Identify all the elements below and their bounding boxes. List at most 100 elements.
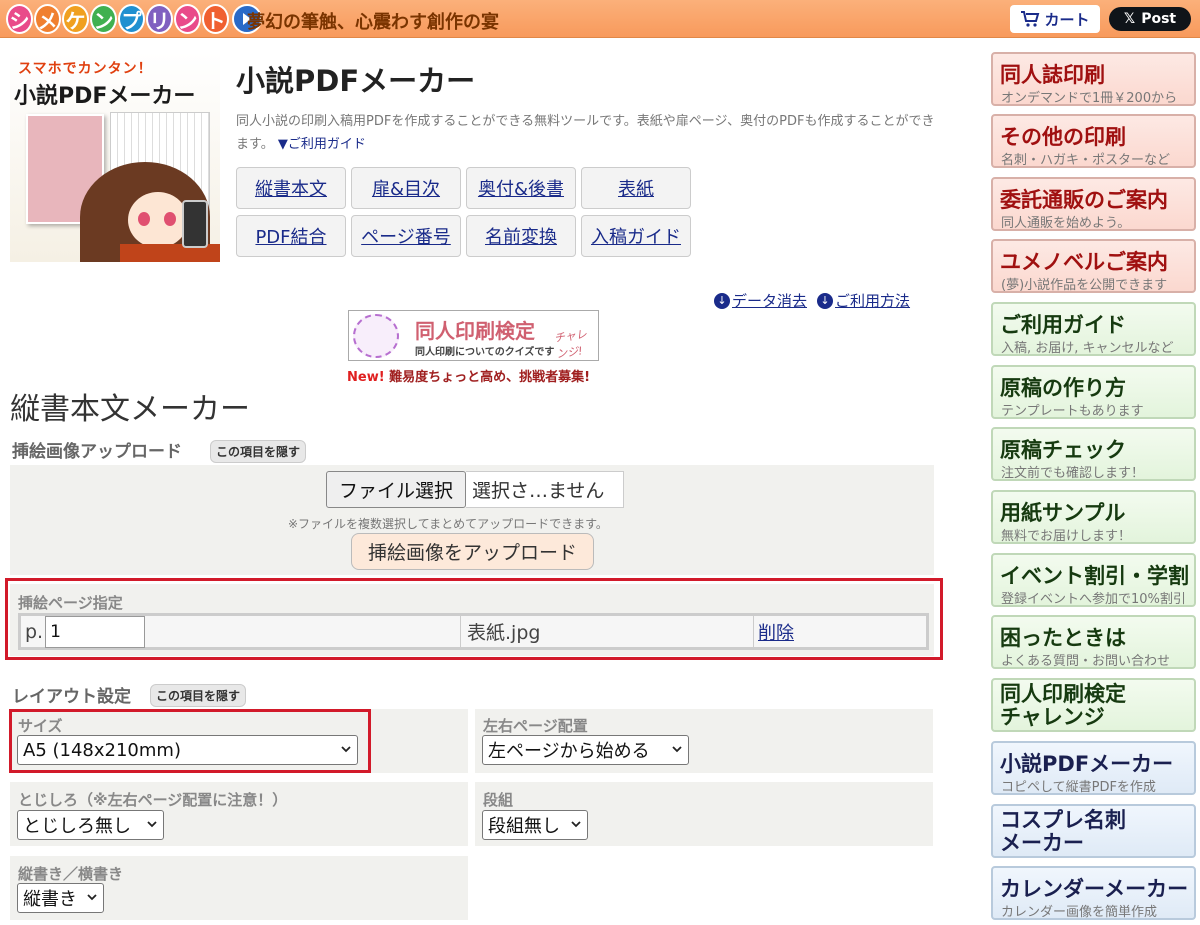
columns-value: 段組無し [488,816,560,837]
quiz-challenge: チャレンジ! [553,327,588,361]
quiz-title: 同人印刷検定 [415,319,535,343]
page-description: 同人小説の印刷入稿用PDFを作成することができる無料ツールです。表紙や扉ページ、… [236,110,936,156]
nav-cover[interactable]: 表紙 [581,167,691,209]
hero-illustration: スマホでカンタン！ 小説PDFメーカー [10,52,220,262]
sidebar-item-title: コスプレ名刺 メーカー [1000,808,1126,855]
sidebar-item[interactable]: ご利用ガイド 入稿, お届け, キャンセルなど [991,302,1196,356]
sidebar-item-subtitle: 注文前でも確認します！ [1001,466,1145,481]
hide-upload-button[interactable]: この項目を隠す [210,440,307,463]
sidebar-item[interactable]: 困ったときはよくある質問・お問い合わせ [991,615,1196,669]
logo-letter: プ [118,4,145,34]
sidebar-item-title: 困ったときは [1000,626,1126,650]
hero-character-face [128,192,188,248]
sidebar-item[interactable]: その他の印刷名刺・ハガキ・ポスターなど [991,114,1196,168]
sidebar-item-title: 用紙サンプル [1000,501,1126,525]
quiz-subtitle: 同人印刷についてのクイズです [415,347,555,358]
utility-links: ↓ データ消去 ↓ ご利用方法 [714,290,910,311]
clear-data-link[interactable]: ↓ データ消去 [714,290,807,311]
file-select-button[interactable]: ファイル選択 [326,471,466,508]
x-post-button[interactable]: 𝕏 Post [1109,7,1191,31]
sidebar-item[interactable]: 同人誌印刷 オンデマンドで1冊￥200から [991,52,1196,106]
nav-pdf-merge[interactable]: PDF結合 [236,215,346,257]
logo-letter: ン [174,4,201,34]
arrow-down-circle-icon: ↓ [817,292,834,309]
upload-illustration-button[interactable]: 挿絵画像をアップロード [351,533,594,570]
logo-letter: ト [202,4,229,34]
site-logo[interactable]: シメケンプリント [6,2,262,36]
cart-label: カート [1044,10,1090,29]
chevron-down-icon [147,821,157,828]
nav-page-number[interactable]: ページ番号 [351,215,461,257]
sidebar-item[interactable]: 同人印刷検定 チャレンジ [991,678,1196,732]
sidebar-item-subtitle: コピペして縦書PDFを作成 [1001,780,1156,795]
gutter-select[interactable]: とじしろ無し [17,810,164,840]
sidebar-item[interactable]: 小説PDFメーカーコピペして縦書PDFを作成 [991,741,1196,795]
quiz-banner[interactable]: 同人印刷検定 チャレンジ! 同人印刷についてのクイズです [348,310,599,361]
clear-data-label: データ消去 [732,292,808,310]
how-to-use-label: ご利用方法 [835,292,911,310]
hide-layout-button[interactable]: この項目を隠す [150,684,247,707]
hero-big-title: 小説PDFメーカー [14,84,196,109]
sidebar-item-title: 小説PDFメーカー [1000,752,1174,776]
gutter-label: とじしろ（※左右ページ配置に注意！） [18,791,288,809]
quiz-note-text: 難易度ちょっと高め、挑戦者募集! [389,370,591,385]
x-post-label: Post [1141,11,1177,27]
sidebar-item-subtitle: よくある質問・お問い合わせ [1001,654,1171,669]
gutter-value: とじしろ無し [23,816,131,837]
sidebar-item[interactable]: 用紙サンプル無料でお届けします！ [991,490,1196,544]
sidebar-item[interactable]: 原稿チェック注文前でも確認します！ [991,427,1196,481]
sidebar-item-title: 同人印刷検定 チャレンジ [1000,682,1126,729]
nav-door-toc[interactable]: 扉&目次 [351,167,461,209]
layout-heading: レイアウト設定 [12,687,131,707]
nav-colophon-afterword[interactable]: 奥付&後書 [466,167,576,209]
sidebar-item-title: 委託通販のご案内 [1000,188,1168,212]
chevron-down-icon [672,746,682,753]
logo-letter: メ [34,4,61,34]
logo-letter: リ [146,4,173,34]
sidebar-item-subtitle: 名刺・ハガキ・ポスターなど [1001,153,1171,168]
upload-heading: 挿絵画像アップロード [12,442,182,462]
sidebar-item-title: 原稿の作り方 [1000,376,1126,400]
upload-note: ※ファイルを複数選択してまとめてアップロードできます。 [288,517,608,531]
sidebar-item-title: 原稿チェック [1000,438,1126,462]
quiz-seal-icon [353,314,399,358]
columns-select[interactable]: 段組無し [482,810,588,840]
sidebar-item-title: その他の印刷 [1000,125,1126,149]
sidebar-item-subtitle: 登録イベントへ参加で10%割引 [1001,592,1186,607]
sidebar-item[interactable]: コスプレ名刺 メーカー [991,804,1196,858]
nav-submission-guide[interactable]: 入稿ガイド [581,215,691,257]
new-badge: New! [347,370,385,385]
quiz-note: New! 難易度ちょっと高め、挑戦者募集! [347,366,590,385]
sidebar-item-subtitle: カレンダー画像を簡単作成 [1001,905,1158,920]
sidebar-item-title: イベント割引・学割 [1000,564,1189,588]
section-title: 縦書本文メーカー [10,392,250,427]
sidebar-item-title: カレンダーメーカー [1000,877,1189,901]
chevron-down-icon [571,821,581,828]
cart-button[interactable]: カート [1010,5,1100,33]
page-title: 小説PDFメーカー [236,64,476,98]
sidebar-item[interactable]: 委託通販のご案内 同人通販を始めよう。 [991,177,1196,231]
spread-value: 左ページから始める [488,741,650,762]
sidebar-item[interactable]: ユメノベルご案内 (夢)小説作品を公開できます [991,239,1196,293]
sidebar-item-title: 同人誌印刷 [1000,63,1105,87]
sidebar-item-subtitle: 入稿, お届け, キャンセルなど [1001,341,1174,356]
direction-label: 縦書き／横書き [18,865,124,883]
chevron-down-icon [87,894,97,901]
sidebar-item[interactable]: 原稿の作り方 テンプレートもあります [991,365,1196,419]
nav-vertical-text[interactable]: 縦書本文 [236,167,346,209]
top-bar: シメケンプリント 夢幻の筆触、心震わす創作の宴 カート 𝕏 Post [0,0,1200,38]
how-to-use-link[interactable]: ↓ ご利用方法 [817,290,910,311]
hero-phone-icon [182,200,208,248]
sidebar-item-subtitle: 無料でお届けします！ [1001,529,1132,544]
sidebar-item[interactable]: カレンダーメーカーカレンダー画像を簡単作成 [991,866,1196,920]
highlight-frame [5,578,943,660]
tool-nav: 縦書本文 扉&目次 奥付&後書 表紙 PDF結合 ページ番号 名前変換 入稿ガイ… [236,167,691,257]
sidebar-item[interactable]: イベント割引・学割登録イベントへ参加で10%割引 [991,553,1196,607]
hero-character-eye [164,212,176,226]
direction-select[interactable]: 縦書き [17,883,104,913]
nav-name-convert[interactable]: 名前変換 [466,215,576,257]
usage-guide-link[interactable]: ▼ご利用ガイド [278,137,366,152]
hero-small-title: スマホでカンタン！ [18,61,153,77]
spread-select[interactable]: 左ページから始める [482,735,689,765]
arrow-down-circle-icon: ↓ [714,292,730,309]
